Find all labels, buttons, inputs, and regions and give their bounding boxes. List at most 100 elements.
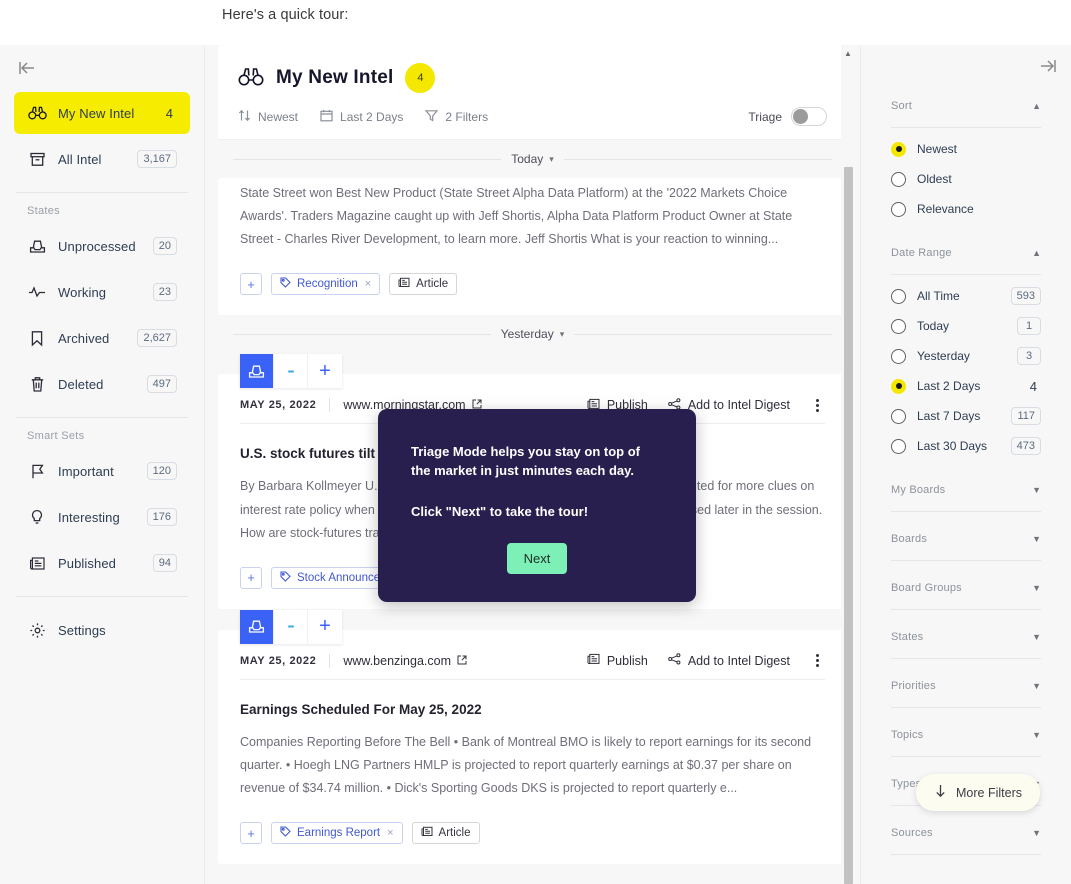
sort-option-oldest[interactable]: Oldest xyxy=(861,164,1071,194)
card-date: MAY 25, 2022 xyxy=(240,399,317,412)
tour-caption: Here's a quick tour: xyxy=(222,7,349,23)
radio-button[interactable] xyxy=(891,318,906,334)
date-option-all-time[interactable]: All Time 593 xyxy=(861,281,1071,311)
filters-control[interactable]: 2 Filters xyxy=(425,109,488,125)
tour-next-button[interactable]: Next xyxy=(506,542,568,574)
more-options-icon[interactable] xyxy=(810,397,825,414)
section-rule xyxy=(891,756,1041,757)
more-filters-button[interactable]: More Filters xyxy=(916,774,1040,811)
card-title[interactable]: Earnings Scheduled For May 25, 2022 xyxy=(240,702,825,717)
sidebar-item-all-intel[interactable]: All Intel 3,167 xyxy=(14,138,190,180)
triage-toggle[interactable] xyxy=(791,107,827,126)
sidebar-item-deleted[interactable]: Deleted 497 xyxy=(14,363,190,405)
date-option-today[interactable]: Today 1 xyxy=(861,311,1071,341)
section-title: Sort xyxy=(891,100,912,112)
day-separator-label[interactable]: Yesterday ▾ xyxy=(501,327,564,341)
radio-button[interactable] xyxy=(891,408,906,424)
sort-option-newest[interactable]: Newest xyxy=(861,134,1071,164)
sidebar-item-label: Settings xyxy=(58,622,106,638)
date-range-control[interactable]: Last 2 Days xyxy=(320,109,403,125)
type-chip[interactable]: Article xyxy=(389,273,458,296)
chevron-down-icon: ▼ xyxy=(1032,533,1041,544)
filter-section-sources[interactable]: Sources ▼ xyxy=(861,820,1071,846)
section-title: Priorities xyxy=(891,680,936,692)
sidebar-item-interesting[interactable]: Interesting 176 xyxy=(14,496,190,538)
intel-card: State Street won Best New Product (State… xyxy=(218,178,847,316)
option-count: 117 xyxy=(1011,407,1041,425)
filter-section-states[interactable]: States ▼ xyxy=(861,624,1071,650)
toggle-knob xyxy=(793,109,808,124)
sort-option-relevance[interactable]: Relevance xyxy=(861,194,1071,224)
bookmark-icon xyxy=(27,328,47,348)
sidebar-item-working[interactable]: Working 23 xyxy=(14,271,190,313)
add-to-digest-button[interactable]: Add to Intel Digest xyxy=(668,653,790,668)
sidebar-item-settings[interactable]: Settings xyxy=(14,609,190,651)
radio-button[interactable] xyxy=(891,348,906,364)
date-option-yesterday[interactable]: Yesterday 3 xyxy=(861,341,1071,371)
remove-tag-icon[interactable]: × xyxy=(365,278,371,290)
collapse-right-icon[interactable] xyxy=(1036,55,1060,77)
add-tag-button[interactable]: + xyxy=(240,822,262,845)
sidebar-item-badge: 2,627 xyxy=(137,329,177,347)
scrollbar-thumb[interactable] xyxy=(844,167,853,884)
collapse-left-icon[interactable] xyxy=(14,57,38,79)
filter-section-boards[interactable]: Boards ▼ xyxy=(861,526,1071,552)
filters-label: 2 Filters xyxy=(445,110,489,124)
remove-tag-icon[interactable]: × xyxy=(387,827,393,839)
radio-button[interactable] xyxy=(891,378,906,394)
filter-section-topics[interactable]: Topics ▼ xyxy=(861,722,1071,748)
external-link-icon xyxy=(457,654,467,668)
sidebar-item-badge: 20 xyxy=(152,237,177,255)
filter-section-date-range[interactable]: Date Range ▲ xyxy=(861,240,1071,266)
section-rule xyxy=(891,707,1041,708)
type-label: Article xyxy=(438,827,471,840)
option-count: 4 xyxy=(1029,378,1037,394)
radio-button[interactable] xyxy=(891,288,906,304)
chevron-down-icon: ▾ xyxy=(559,328,565,339)
section-title: Date Range xyxy=(891,247,952,259)
scroll-up-icon[interactable]: ▲ xyxy=(841,45,855,61)
sidebar-item-my-new-intel[interactable]: My New Intel 4 xyxy=(14,92,190,134)
type-chip[interactable]: Article xyxy=(411,822,480,845)
sidebar-item-label: Unprocessed xyxy=(58,238,136,254)
binoculars-icon xyxy=(27,103,47,123)
page-title: My New Intel xyxy=(276,67,394,88)
newspaper-icon xyxy=(27,553,47,573)
sidebar-item-label: Published xyxy=(58,555,116,571)
card-source[interactable]: www.benzinga.com xyxy=(343,654,467,668)
publish-button[interactable]: Publish xyxy=(587,653,648,668)
publish-icon xyxy=(587,653,600,668)
sidebar-item-important[interactable]: Important 120 xyxy=(14,450,190,492)
tag-icon xyxy=(280,826,291,840)
date-option-last-7-days[interactable]: Last 7 Days 117 xyxy=(861,401,1071,431)
radio-button[interactable] xyxy=(891,201,906,217)
more-options-icon[interactable] xyxy=(810,652,825,669)
tag-chip[interactable]: Earnings Report × xyxy=(271,822,403,845)
sort-arrows-icon xyxy=(238,109,251,125)
sidebar-item-published[interactable]: Published 94 xyxy=(14,542,190,584)
date-option-last-2-days[interactable]: Last 2 Days 4 xyxy=(861,371,1071,401)
trash-icon xyxy=(27,374,47,394)
filter-section-my-boards[interactable]: My Boards ▼ xyxy=(861,477,1071,503)
option-label: Relevance xyxy=(917,202,974,216)
tag-chip[interactable]: Recognition × xyxy=(271,273,381,296)
feed-scrollbar[interactable]: ▲ xyxy=(841,45,855,884)
sidebar-item-archived[interactable]: Archived 2,627 xyxy=(14,317,190,359)
add-tag-button[interactable]: + xyxy=(240,273,262,296)
radio-button[interactable] xyxy=(891,438,906,454)
radio-button[interactable] xyxy=(891,171,906,187)
filter-section-board-groups[interactable]: Board Groups ▼ xyxy=(861,575,1071,601)
add-tag-button[interactable]: + xyxy=(240,566,262,589)
tag-icon xyxy=(280,571,291,585)
section-title: My Boards xyxy=(891,484,946,496)
sort-control[interactable]: Newest xyxy=(238,109,298,125)
sidebar-item-unprocessed[interactable]: Unprocessed 20 xyxy=(14,225,190,267)
day-separator-label[interactable]: Today ▾ xyxy=(511,152,554,166)
section-title: Board Groups xyxy=(891,582,962,594)
filter-section-priorities[interactable]: Priorities ▼ xyxy=(861,673,1071,699)
filter-section-sort[interactable]: Sort ▲ xyxy=(861,93,1071,119)
more-filters-label: More Filters xyxy=(956,785,1022,800)
radio-button[interactable] xyxy=(891,141,906,157)
date-option-last-30-days[interactable]: Last 30 Days 473 xyxy=(861,431,1071,461)
section-rule xyxy=(891,511,1041,512)
